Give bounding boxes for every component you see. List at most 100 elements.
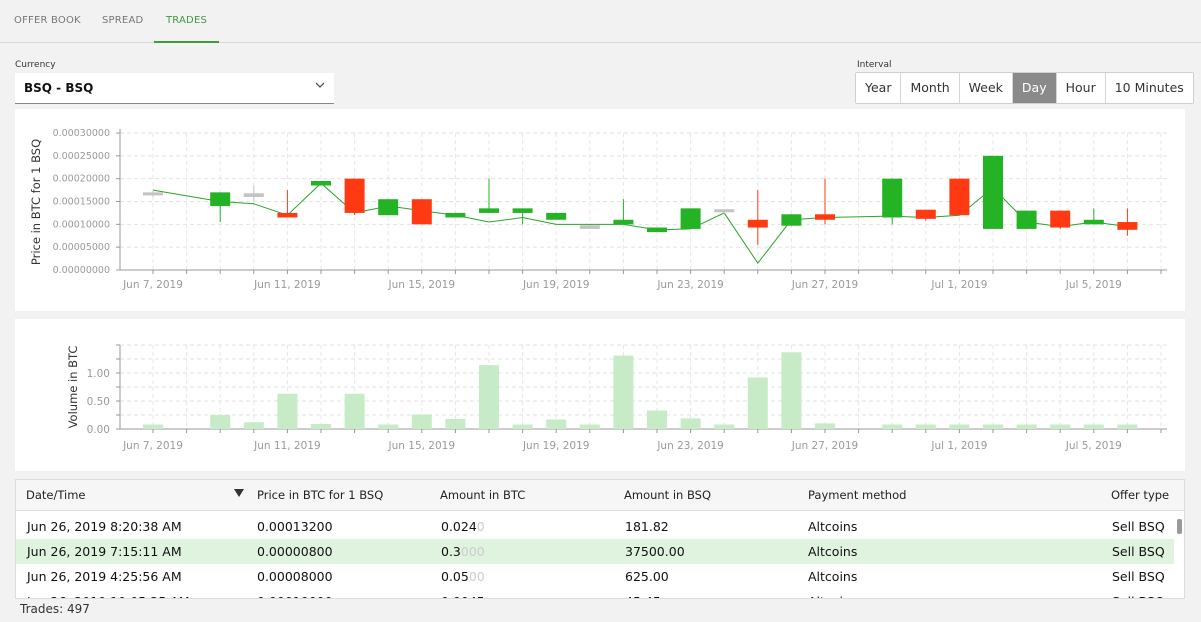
table-scrollbar-thumb[interactable] — [1177, 519, 1182, 534]
interval-10-minutes-button[interactable]: 10 Minutes — [1105, 73, 1193, 103]
candle-body — [1016, 210, 1037, 229]
column-header-offer-type[interactable]: Offer type — [1111, 488, 1169, 502]
candle-body — [983, 155, 1003, 229]
table-row[interactable]: Jun 26, 2019 7:15:11 AM 0.00000800 0.3000 3… — [16, 539, 1174, 564]
cell-offer-type: Sell BSQ — [1112, 544, 1165, 559]
candle-body — [210, 192, 231, 207]
table-row[interactable]: Jun 26, 2019 10:05:25 AM 0.00010000 0.0045… — [16, 589, 1174, 598]
table-row[interactable]: Jun 26, 2019 8:20:38 AM 0.00013200 0.0240 1… — [16, 514, 1174, 539]
x-tick-label: Jul 1, 2019 — [930, 279, 987, 291]
x-tick-label: Jun 15, 2019 — [388, 440, 456, 452]
volume-bar — [1083, 424, 1104, 429]
candle-body — [1050, 210, 1071, 228]
cell-amount-bsq: 45.45 — [625, 594, 661, 598]
interval-month-button[interactable]: Month — [901, 73, 960, 103]
cell-payment-method: Altcoins — [808, 569, 858, 584]
x-tick-label: Jun 19, 2019 — [522, 279, 590, 291]
candle-body — [613, 219, 634, 225]
amount-btc-digits: 0.05 — [441, 569, 469, 584]
amount-btc-trailing-zeros: 000 — [460, 544, 485, 559]
x-tick-label: Jun 23, 2019 — [656, 440, 724, 452]
candle-body — [781, 214, 802, 226]
y-tick-label: 1.00 — [87, 368, 110, 380]
tab-offer-book[interactable]: OFFER BOOK — [14, 0, 81, 42]
x-tick-label: Jun 11, 2019 — [253, 440, 321, 452]
volume-bar — [714, 424, 735, 429]
amount-btc-trailing-zeros: 0 — [476, 519, 485, 534]
volume-bar — [378, 424, 399, 429]
interval-day-button[interactable]: Day — [1012, 73, 1057, 103]
candle-body — [915, 209, 936, 219]
cell-price: 0.00008000 — [257, 569, 333, 584]
candle-body — [143, 192, 163, 196]
volume-bar — [512, 424, 533, 429]
volume-bar — [546, 419, 567, 429]
candle-body — [647, 227, 667, 233]
candle-body — [1117, 222, 1138, 230]
volume-bar — [747, 377, 768, 429]
y-tick-label: 0.00000000 — [53, 265, 110, 276]
volume-bar — [680, 418, 701, 429]
interval-toggle-group: Year Month Week Day Hour 10 Minutes — [855, 72, 1194, 104]
candle-body — [378, 199, 399, 216]
x-tick-label: Jun 23, 2019 — [656, 279, 724, 291]
candle-body — [546, 212, 567, 220]
interval-year-button[interactable]: Year — [856, 73, 902, 103]
cell-amount-bsq: 625.00 — [625, 569, 669, 584]
volume-bar — [445, 418, 466, 429]
column-header-amount-btc[interactable]: Amount in BTC — [440, 488, 525, 502]
column-header-amount-bsq[interactable]: Amount in BSQ — [624, 488, 711, 502]
x-tick-label: Jul 5, 2019 — [1065, 279, 1122, 291]
sort-descending-icon[interactable] — [234, 489, 244, 497]
candle-body — [1083, 219, 1104, 225]
candle-body — [949, 178, 970, 216]
candle-body — [243, 193, 264, 197]
price-candlestick-chart[interactable]: 0.00000000 0.00005000 0.00010000 0.00015000… — [15, 109, 1185, 311]
volume-bar — [479, 365, 499, 429]
amount-btc-digits: 0.3 — [441, 544, 461, 559]
currency-label: Currency — [15, 60, 56, 70]
interval-hour-button[interactable]: Hour — [1056, 73, 1106, 103]
x-tick-label: Jun 27, 2019 — [791, 440, 859, 452]
volume-bar — [1117, 424, 1138, 429]
volume-bar — [344, 393, 365, 429]
x-tick-label: Jun 27, 2019 — [791, 279, 859, 291]
candle-body — [445, 212, 466, 218]
candle-body — [815, 214, 835, 220]
interval-week-button[interactable]: Week — [959, 73, 1013, 103]
volume-bar — [949, 424, 970, 429]
x-tick-label: Jun 7, 2019 — [122, 440, 183, 452]
candle-body — [311, 180, 331, 186]
volume-bar — [277, 393, 298, 429]
candle-body — [747, 219, 768, 228]
trades-table: Date/Time Price in BTC for 1 BSQ Amount … — [15, 479, 1185, 599]
column-header-date[interactable]: Date/Time — [26, 488, 86, 502]
table-row[interactable]: Jun 26, 2019 4:25:56 AM 0.00008000 0.0500 6… — [16, 564, 1174, 589]
volume-bar — [882, 424, 903, 429]
cell-date: Jun 26, 2019 8:20:38 AM — [27, 519, 182, 534]
amount-btc-digits: 0.024 — [441, 519, 477, 534]
tab-spread[interactable]: SPREAD — [102, 0, 143, 42]
cell-price: 0.00013200 — [257, 519, 333, 534]
x-tick-label: Jun 19, 2019 — [522, 440, 590, 452]
volume-bar — [983, 424, 1003, 429]
volume-bar — [815, 423, 835, 429]
amount-btc-trailing-zeros: 00 — [468, 569, 485, 584]
tab-trades[interactable]: TRADES — [154, 0, 219, 43]
y-tick-label: 0.00010000 — [53, 219, 110, 230]
y-tick-label: 0.00005000 — [53, 242, 110, 253]
volume-bar — [210, 415, 231, 429]
cell-date: Jun 26, 2019 10:05:25 AM — [27, 594, 190, 598]
y-tick-label: 0.50 — [87, 396, 110, 408]
currency-select[interactable]: BSQ - BSQ — [15, 73, 334, 104]
cell-price: 0.00010000 — [257, 594, 333, 598]
volume-bar-chart[interactable]: 0.00 0.50 1.00 Jun 7, 2019 Jun 11, 2019 Jun 1… — [15, 319, 1185, 471]
column-header-payment-method[interactable]: Payment method — [808, 488, 906, 502]
candle-body — [714, 209, 735, 213]
column-header-price[interactable]: Price in BTC for 1 BSQ — [257, 488, 383, 502]
volume-bar — [613, 355, 634, 429]
y-axis-label: Volume in BTC — [66, 346, 80, 429]
y-tick-label: 0.00 — [87, 424, 110, 436]
cell-amount-btc: 0.3000 — [441, 544, 485, 559]
cell-payment-method: Altcoins — [808, 594, 857, 598]
